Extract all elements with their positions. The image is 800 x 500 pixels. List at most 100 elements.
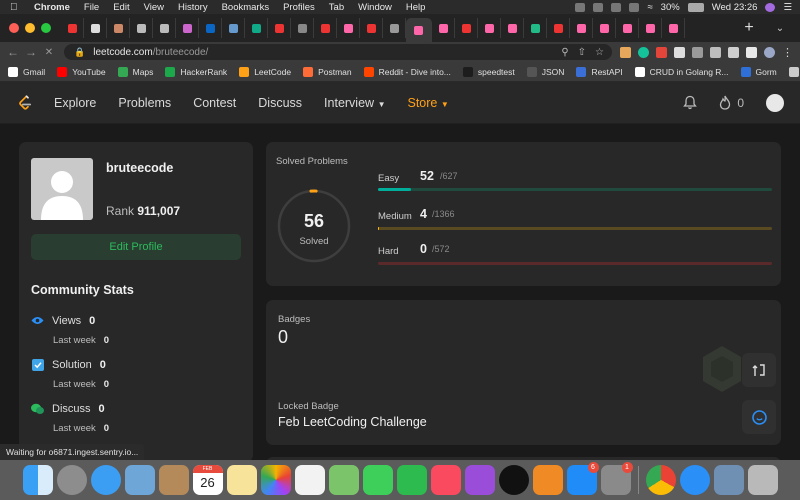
control-center-icon[interactable]: ☰ xyxy=(783,2,792,13)
browser-tab[interactable] xyxy=(570,18,593,38)
nav-contest[interactable]: Contest xyxy=(193,96,236,110)
browser-tab[interactable] xyxy=(616,18,639,38)
app-store-icon[interactable]: 6 xyxy=(566,462,599,495)
menu-view[interactable]: View xyxy=(144,2,164,13)
bell-icon[interactable] xyxy=(683,95,698,110)
podcasts-icon[interactable] xyxy=(464,465,495,495)
browser-tab[interactable] xyxy=(176,18,199,38)
finder-icon[interactable] xyxy=(22,465,53,495)
browser-tab[interactable] xyxy=(455,18,478,38)
siri-icon[interactable] xyxy=(765,2,776,12)
browser-tab[interactable] xyxy=(61,18,84,38)
music-icon[interactable] xyxy=(430,465,461,495)
browser-tab[interactable] xyxy=(360,18,383,38)
system-preferences-icon[interactable]: 1 xyxy=(600,462,633,495)
status-icon[interactable] xyxy=(611,2,622,12)
close-window-button[interactable] xyxy=(9,23,19,33)
menu-window[interactable]: Window xyxy=(358,2,392,13)
reminders-icon[interactable] xyxy=(294,465,325,495)
menu-edit[interactable]: Edit xyxy=(113,2,129,13)
menu-history[interactable]: History xyxy=(178,2,208,13)
browser-tab[interactable] xyxy=(130,18,153,38)
browser-tab[interactable] xyxy=(84,18,107,38)
bookmark-item[interactable]: YouTube xyxy=(57,66,106,77)
browser-tab[interactable] xyxy=(199,18,222,38)
bookmark-star-icon[interactable]: ☆ xyxy=(595,47,604,58)
bookmark-item[interactable]: Postman xyxy=(303,66,352,77)
bookmark-item[interactable]: speedtest xyxy=(462,66,515,77)
browser-tab[interactable] xyxy=(547,18,570,38)
browser-tab[interactable] xyxy=(222,18,245,38)
share-icon[interactable]: ⇧ xyxy=(578,47,586,58)
menu-help[interactable]: Help xyxy=(406,2,426,13)
bookmark-item[interactable]: Reddit - Dive into... xyxy=(363,66,451,77)
preview-icon[interactable] xyxy=(124,465,155,495)
extension-icon[interactable] xyxy=(692,46,703,58)
lock-icon[interactable]: 🔒 xyxy=(74,47,85,58)
back-icon[interactable]: ← xyxy=(4,45,22,59)
browser-tab[interactable] xyxy=(524,18,547,38)
wifi-icon[interactable]: ≈ xyxy=(647,2,652,13)
nav-problems[interactable]: Problems xyxy=(118,96,171,110)
browser-tab-active[interactable] xyxy=(406,18,432,42)
battery-icon[interactable] xyxy=(687,2,704,12)
menu-tab[interactable]: Tab xyxy=(329,2,344,13)
safari-icon[interactable] xyxy=(90,465,121,495)
notes-icon[interactable] xyxy=(226,465,257,495)
facetime-icon[interactable] xyxy=(396,465,427,495)
nav-store-dropdown[interactable]: Store ▼ xyxy=(407,96,448,110)
browser-tab[interactable] xyxy=(107,18,130,38)
books-icon[interactable] xyxy=(532,465,563,495)
bookmark-item[interactable]: HackerRank xyxy=(165,66,227,77)
browser-tab[interactable] xyxy=(432,18,455,38)
extension-icon[interactable] xyxy=(674,46,685,58)
menu-profiles[interactable]: Profiles xyxy=(283,2,315,13)
image-capture-icon[interactable] xyxy=(713,465,744,495)
browser-tab[interactable] xyxy=(291,18,314,38)
apple-tv-icon[interactable] xyxy=(498,465,529,495)
chrome-icon[interactable] xyxy=(645,465,676,495)
bookmark-item[interactable]: GIT xyxy=(788,66,800,77)
bookmark-item[interactable]: JSON xyxy=(526,66,564,77)
menu-app-name[interactable]: Chrome xyxy=(34,2,70,13)
browser-tab[interactable] xyxy=(153,18,176,38)
status-icon[interactable] xyxy=(629,2,640,12)
browser-tab[interactable] xyxy=(337,18,360,38)
battery-percent[interactable]: 30% xyxy=(661,2,680,13)
browser-tab[interactable] xyxy=(268,18,291,38)
menu-bookmarks[interactable]: Bookmarks xyxy=(222,2,270,13)
browser-tab[interactable] xyxy=(478,18,501,38)
bookmark-item[interactable]: CRUD in Golang R... xyxy=(634,66,729,77)
minimize-window-button[interactable] xyxy=(25,23,35,33)
user-avatar-menu[interactable] xyxy=(766,93,784,112)
bookmark-item[interactable]: LeetCode xyxy=(239,66,291,77)
extension-icon[interactable] xyxy=(656,46,667,58)
status-icon[interactable] xyxy=(593,2,604,12)
bookmark-item[interactable]: Gorm xyxy=(740,66,777,77)
profile-avatar-icon[interactable] xyxy=(764,46,775,58)
reading-list-icon[interactable] xyxy=(728,46,739,58)
status-icon[interactable] xyxy=(575,2,586,12)
messages-icon[interactable] xyxy=(362,465,393,495)
browser-tab[interactable] xyxy=(639,18,662,38)
trash-icon[interactable] xyxy=(747,465,778,495)
forward-icon[interactable]: → xyxy=(22,45,40,59)
menubar-clock[interactable]: Wed 23:26 xyxy=(712,2,758,13)
browser-tab[interactable] xyxy=(245,18,268,38)
tab-search-icon[interactable]: ⌄ xyxy=(760,23,800,34)
swap-icon-button[interactable] xyxy=(742,353,776,387)
stop-icon[interactable]: ✕ xyxy=(40,47,58,58)
browser-tab[interactable] xyxy=(593,18,616,38)
streak-counter[interactable]: 0 xyxy=(719,95,744,110)
browser-menu-icon[interactable]: ⋮ xyxy=(782,46,793,59)
browser-tab[interactable] xyxy=(383,18,406,38)
edit-profile-button[interactable]: Edit Profile xyxy=(31,234,241,260)
nav-discuss[interactable]: Discuss xyxy=(258,96,302,110)
bookmark-item[interactable]: RestAPI xyxy=(576,66,623,77)
extension-icon[interactable] xyxy=(620,46,631,58)
vscode-icon[interactable] xyxy=(679,465,710,495)
nav-interview-dropdown[interactable]: Interview ▼ xyxy=(324,96,385,110)
calendar-icon[interactable]: FEB 26 xyxy=(192,465,223,495)
address-bar[interactable]: 🔒 leetcode.com/bruteecode/ ⚲ ⇧ ☆ xyxy=(64,44,612,60)
contacts-icon[interactable] xyxy=(158,465,189,495)
